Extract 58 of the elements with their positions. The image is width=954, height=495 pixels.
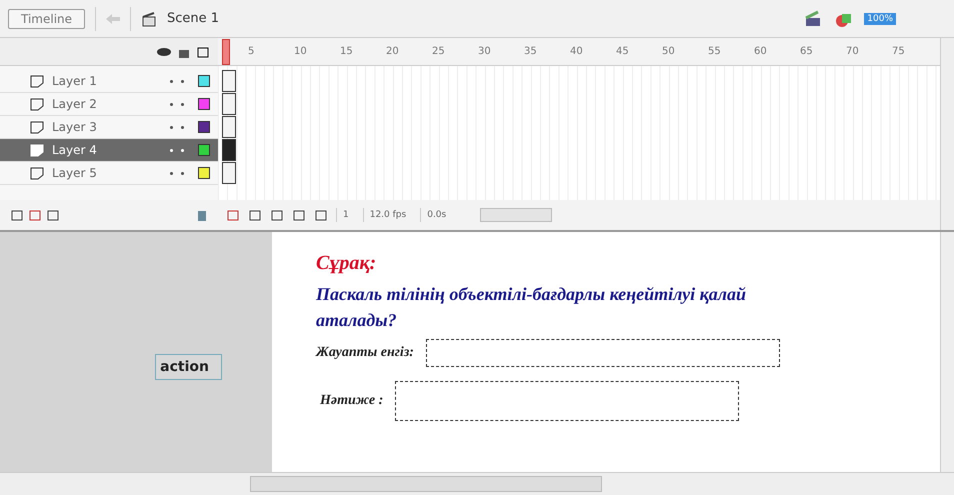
layer-row[interactable]: Layer 5	[0, 162, 218, 185]
outline-icon[interactable]	[196, 44, 210, 58]
layer-name: Layer 1	[52, 74, 98, 88]
frame-number: 45	[616, 46, 630, 57]
layer-icon	[30, 120, 44, 134]
layer-color-swatch[interactable]	[198, 144, 210, 156]
frame-number: 30	[478, 46, 492, 57]
vertical-scrollbar[interactable]	[940, 232, 954, 472]
keyframe[interactable]	[222, 116, 236, 138]
timeline-button[interactable]: Timeline	[8, 8, 86, 28]
frame-number: 75	[892, 46, 906, 57]
keyframe[interactable]	[222, 162, 236, 184]
keyframe[interactable]	[222, 70, 236, 92]
answer-field[interactable]	[426, 339, 780, 367]
frame-number: 40	[570, 46, 584, 57]
frame-number: 20	[386, 46, 400, 57]
frame-number: 70	[846, 46, 860, 57]
scroll-thumb[interactable]	[250, 476, 602, 492]
zoom-level[interactable]: 100%	[864, 12, 896, 24]
layer-color-swatch[interactable]	[198, 75, 210, 87]
elapsed-time: 0.0s	[420, 208, 452, 222]
question-text: Паскаль тілінің объектілі-бағдарлы кеңейтілуі қалай аталады?	[316, 283, 748, 332]
action-button[interactable]: action	[155, 354, 222, 380]
layer-icon	[30, 74, 44, 88]
layer-color-swatch[interactable]	[198, 121, 210, 133]
current-frame: 1	[336, 208, 355, 222]
layer-row[interactable]: Layer 2	[0, 93, 218, 116]
layer-name: Layer 4	[52, 143, 98, 157]
frame-number: 50	[662, 46, 676, 57]
keyframe[interactable]	[222, 93, 236, 115]
layer-icon	[30, 144, 44, 156]
layer-row[interactable]: Layer 4	[0, 139, 218, 162]
frame-number: 55	[708, 46, 722, 57]
frame-number: 25	[432, 46, 446, 57]
layer-color-swatch[interactable]	[198, 167, 210, 179]
frame-number: 60	[754, 46, 768, 57]
layer-name: Layer 3	[52, 120, 98, 134]
answer-label: Жауапты енгіз:	[316, 345, 414, 361]
frame-number: 10	[294, 46, 308, 57]
layer-color-swatch[interactable]	[198, 98, 210, 110]
scroll-thumb[interactable]	[480, 208, 552, 222]
clapperboard-icon	[141, 10, 158, 26]
frame-number: 15	[340, 46, 354, 57]
layer-name: Layer 2	[52, 97, 98, 111]
question-label: Сұрақ:	[316, 252, 378, 275]
result-field[interactable]	[395, 381, 740, 421]
layer-icon	[30, 166, 44, 180]
result-label: Нәтиже :	[320, 393, 384, 409]
scene-name[interactable]: Scene 1	[167, 11, 220, 26]
layer-icon	[30, 98, 44, 110]
frame-number: 35	[524, 46, 538, 57]
layer-row[interactable]: Layer 1	[0, 70, 218, 93]
eye-icon[interactable]	[156, 46, 172, 56]
layer-name: Layer 5	[52, 166, 98, 180]
frame-number: 5	[248, 46, 256, 57]
frame-rate: 12.0 fps	[362, 208, 412, 222]
frame-number: 65	[800, 46, 814, 57]
vertical-scrollbar[interactable]	[940, 38, 954, 230]
